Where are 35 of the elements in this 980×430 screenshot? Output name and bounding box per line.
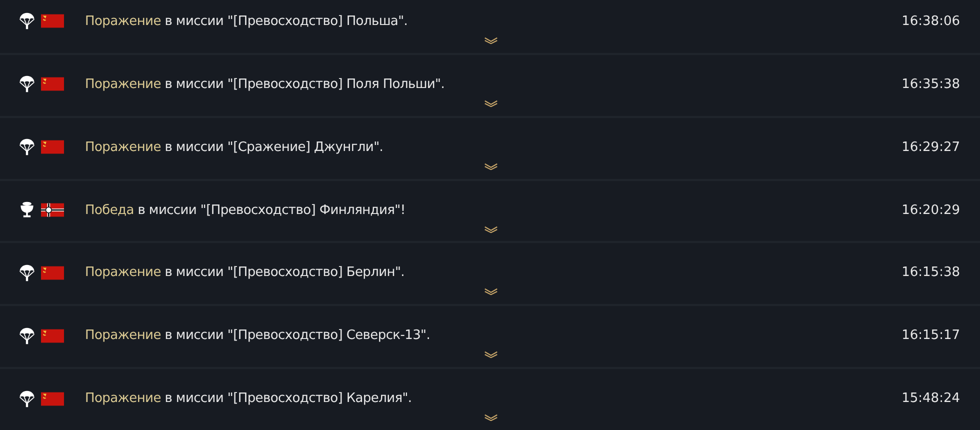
parachute-icon bbox=[18, 390, 36, 408]
event-time: 16:20:29 bbox=[902, 202, 960, 218]
event-message: Поражение в миссии "[Превосходство] Карелия". bbox=[85, 391, 412, 406]
flag-icon bbox=[41, 392, 64, 406]
parachute-icon bbox=[18, 264, 36, 282]
event-time: 16:35:38 bbox=[902, 76, 960, 92]
event-time: 16:29:27 bbox=[902, 140, 960, 155]
flag-icon bbox=[41, 14, 64, 28]
event-time: 16:38:06 bbox=[902, 14, 960, 29]
expand-chevron-icon[interactable] bbox=[484, 226, 498, 233]
expand-chevron-icon[interactable] bbox=[484, 100, 498, 107]
event-time: 16:15:17 bbox=[902, 328, 960, 344]
event-message: Поражение в миссии "[Превосходство] Северск-13". bbox=[85, 328, 430, 344]
expand-chevron-icon[interactable] bbox=[484, 414, 498, 422]
parachute-icon bbox=[18, 138, 36, 156]
event-message: Поражение в миссии "[Сражение] Джунгли". bbox=[85, 140, 384, 155]
flag-icon bbox=[41, 266, 64, 280]
parachute-icon bbox=[18, 75, 36, 94]
parachute-icon bbox=[18, 326, 36, 345]
parachute-icon bbox=[18, 12, 36, 30]
expand-chevron-icon[interactable] bbox=[484, 162, 498, 170]
event-message: Поражение в миссии "[Превосходство] Берлин". bbox=[85, 265, 404, 280]
expand-chevron-icon[interactable] bbox=[484, 351, 498, 358]
expand-chevron-icon[interactable] bbox=[484, 288, 498, 296]
flag-icon bbox=[41, 77, 64, 92]
event-time: 15:48:24 bbox=[902, 391, 960, 406]
event-message: Поражение в миссии "[Превосходство] Поля Польши". bbox=[85, 76, 445, 92]
flag-icon bbox=[41, 203, 64, 217]
event-message: Поражение в миссии "[Превосходство] Польша". bbox=[85, 14, 408, 29]
flag-icon bbox=[41, 140, 64, 154]
trophy-icon bbox=[18, 201, 36, 219]
expand-chevron-icon[interactable] bbox=[484, 37, 498, 44]
event-message: Победа в миссии "[Превосходство] Финляндия"! bbox=[85, 202, 406, 218]
flag-icon bbox=[41, 328, 64, 343]
event-time: 16:15:38 bbox=[902, 265, 960, 280]
